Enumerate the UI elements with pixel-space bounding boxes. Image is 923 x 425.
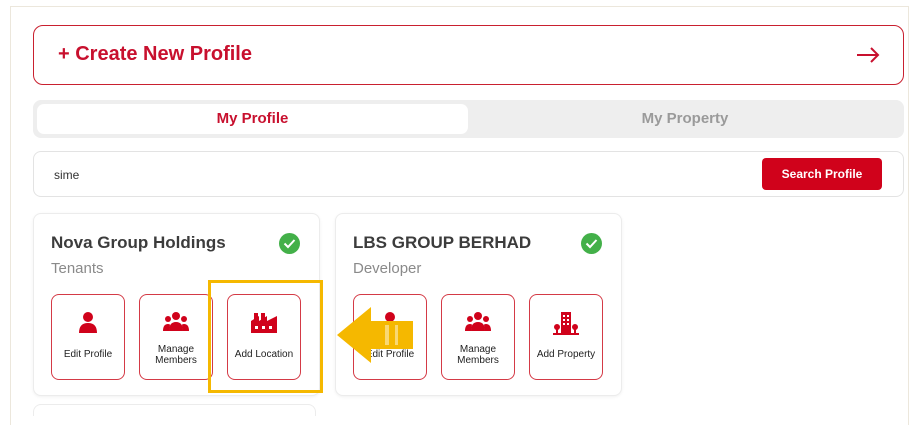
action-label: Manage Members [457, 344, 499, 366]
verified-check-icon [581, 233, 602, 254]
manage-members-button[interactable]: Manage Members [139, 294, 213, 380]
edit-profile-button[interactable]: Edit Profile [51, 294, 125, 380]
profile-card-partial [33, 404, 316, 416]
pointer-arrow-icon [337, 307, 413, 363]
profile-role: Tenants [51, 260, 104, 277]
add-property-button[interactable]: Add Property [529, 294, 603, 380]
tab-my-property[interactable]: My Property [470, 104, 900, 134]
search-profile-button[interactable]: Search Profile [762, 158, 882, 190]
action-label: Add Property [536, 349, 596, 360]
action-label: Edit Profile [63, 349, 113, 360]
verified-check-icon [279, 233, 300, 254]
group-icon [465, 312, 491, 331]
profile-tabs: My Profile My Property [33, 100, 904, 138]
building-icon [553, 312, 579, 335]
create-new-profile-button[interactable]: + Create New Profile [33, 25, 904, 85]
search-input[interactable] [52, 164, 656, 186]
arrow-right-icon [857, 47, 880, 63]
manage-members-button[interactable]: Manage Members [441, 294, 515, 380]
profile-role: Developer [353, 260, 422, 277]
profile-name: LBS GROUP BERHAD [353, 233, 532, 252]
highlight-box [208, 280, 323, 393]
create-new-profile-label: + Create New Profile [58, 43, 252, 65]
profile-name: Nova Group Holdings [51, 233, 226, 252]
person-icon [79, 312, 97, 333]
action-label: Manage Members [155, 344, 197, 366]
group-icon [163, 312, 189, 331]
tab-my-profile[interactable]: My Profile [37, 104, 468, 134]
